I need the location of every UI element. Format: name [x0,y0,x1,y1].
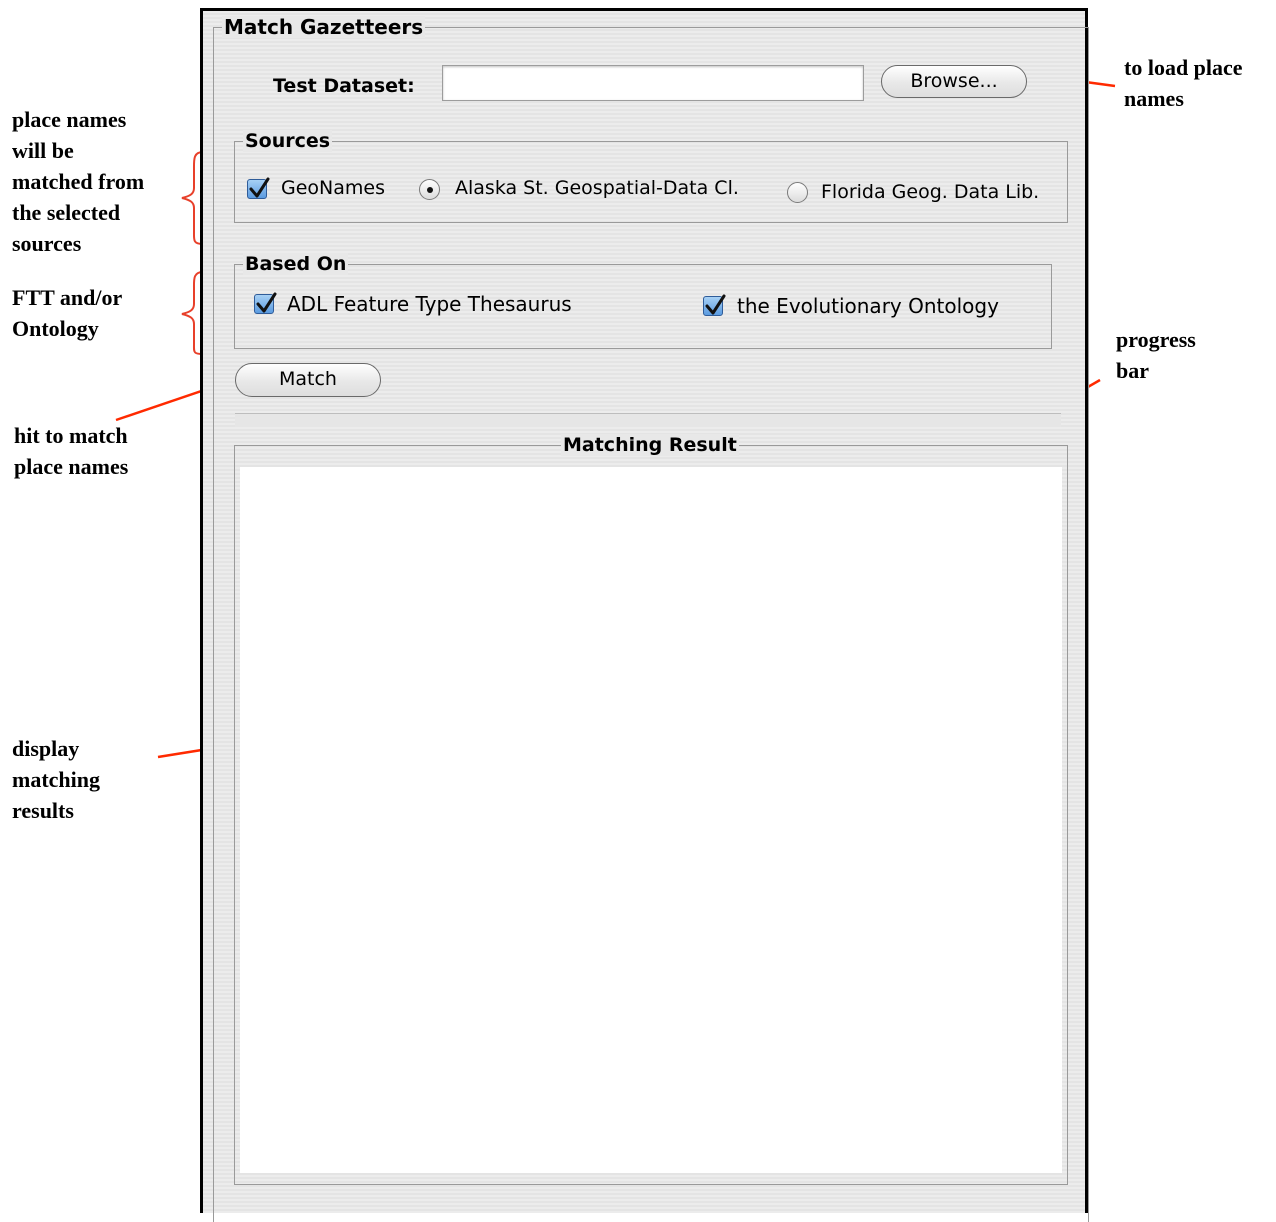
evolutionary-ontology-checkbox[interactable] [703,294,726,316]
matching-result-area[interactable] [240,467,1062,1173]
annotation-match: hit to match place names [14,423,129,479]
matching-result-title: Matching Result [561,434,739,456]
florida-label: Florida Geog. Data Lib. [821,181,1040,203]
annotation-progress-bar: progress bar [1116,327,1196,383]
geonames-label: GeoNames [281,177,385,199]
annotation-results: display matching results [12,736,100,823]
florida-radio[interactable] [787,182,808,203]
checkmark-icon [249,177,270,198]
browse-button[interactable]: Browse... [881,65,1027,98]
checkmark-icon [705,294,726,315]
match-gazetteers-window: Match Gazetteers Test Dataset: Browse...… [200,8,1089,1222]
annotation-load-place-names: to load place names [1124,55,1243,111]
alaska-label: Alaska St. Geospatial-Data Cl. [455,177,739,199]
test-dataset-input[interactable] [442,65,864,101]
annotation-ontology: FTT and/or Ontology [12,285,123,341]
adl-thesaurus-checkbox[interactable] [254,292,277,314]
adl-thesaurus-label: ADL Feature Type Thesaurus [287,292,572,316]
checkmark-icon [256,292,277,313]
geonames-checkbox[interactable] [247,177,270,199]
radio-selected-dot [427,187,433,193]
evolutionary-ontology-label: the Evolutionary Ontology [737,294,999,318]
match-button[interactable]: Match [235,363,381,397]
progress-bar [235,413,1061,427]
sources-title: Sources [243,130,333,152]
alaska-radio[interactable] [419,179,440,200]
annotation-sources: place names will be matched from the sel… [12,107,145,256]
test-dataset-label: Test Dataset: [273,75,415,97]
based-on-title: Based On [243,253,349,275]
window-title: Match Gazetteers [222,15,426,39]
